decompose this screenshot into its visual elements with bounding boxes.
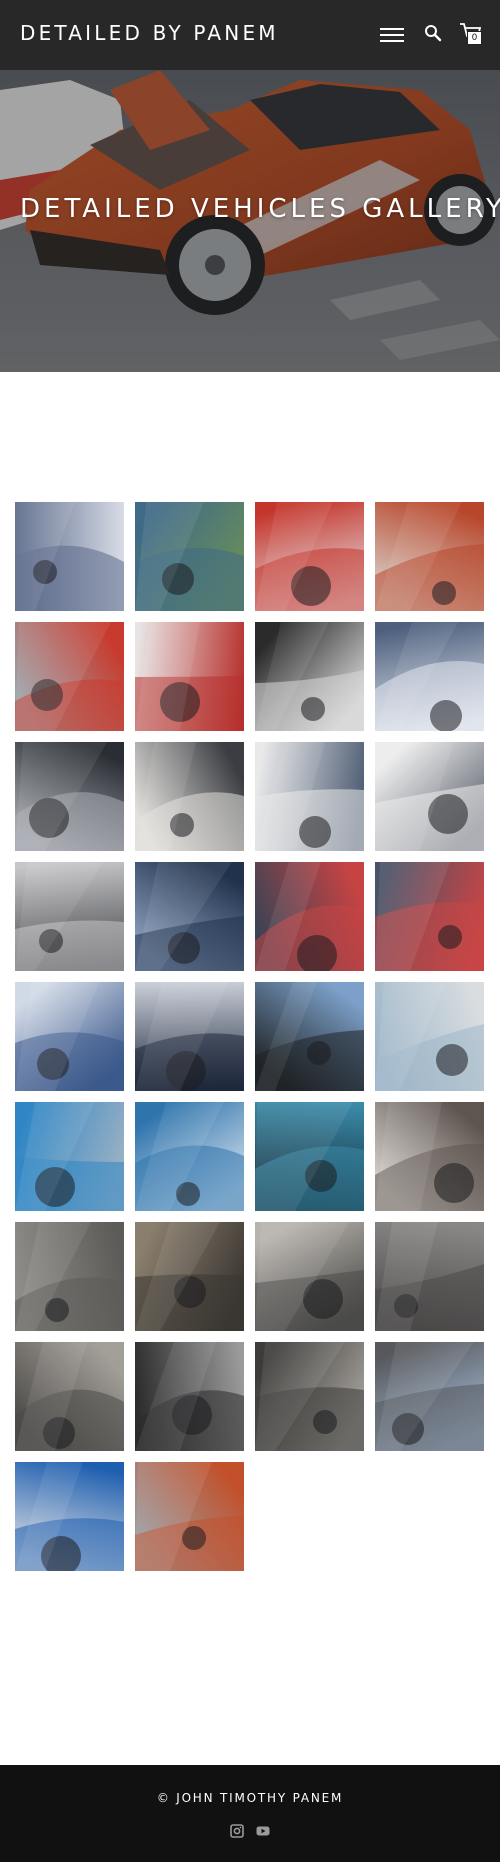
gallery-photo[interactable]	[135, 862, 244, 971]
gallery-photo[interactable]	[255, 502, 364, 611]
gallery-photo[interactable]	[15, 622, 124, 731]
instagram-icon[interactable]	[230, 1824, 244, 1838]
page: DETAILED VEHICLES GALLERY DETAILED BY PA…	[0, 0, 500, 1862]
gallery-photo[interactable]	[255, 1342, 364, 1451]
gallery-photo[interactable]	[15, 862, 124, 971]
hero-banner: DETAILED VEHICLES GALLERY	[0, 70, 500, 372]
gallery-photo[interactable]	[375, 1342, 484, 1451]
menu-icon[interactable]	[380, 25, 404, 45]
gallery-photo[interactable]	[135, 982, 244, 1091]
gallery-photo[interactable]	[375, 1102, 484, 1211]
gallery-photo[interactable]	[255, 1222, 364, 1331]
site-footer: © JOHN TIMOTHY PANEM	[0, 1765, 500, 1862]
gallery-photo[interactable]	[375, 502, 484, 611]
gallery-photo[interactable]	[15, 1222, 124, 1331]
gallery-photo[interactable]	[15, 982, 124, 1091]
gallery-photo[interactable]	[375, 982, 484, 1091]
gallery-photo[interactable]	[375, 1222, 484, 1331]
gallery-photo[interactable]	[15, 502, 124, 611]
hero-title: DETAILED VEHICLES GALLERY	[20, 194, 500, 224]
gallery-photo[interactable]	[15, 742, 124, 851]
cart-count-badge: 0	[467, 31, 482, 45]
gallery-photo[interactable]	[135, 1222, 244, 1331]
gallery-photo[interactable]	[375, 742, 484, 851]
cart-icon[interactable]: 0	[459, 22, 483, 46]
gallery-photo[interactable]	[255, 862, 364, 971]
gallery-photo[interactable]	[15, 1462, 124, 1571]
gallery-photo[interactable]	[135, 502, 244, 611]
site-header: DETAILED BY PANEM 0	[0, 0, 500, 70]
gallery-photo[interactable]	[135, 622, 244, 731]
gallery-photo[interactable]	[135, 742, 244, 851]
gallery-photo[interactable]	[255, 622, 364, 731]
gallery-photo[interactable]	[15, 1102, 124, 1211]
gallery-photo[interactable]	[375, 862, 484, 971]
gallery-photo[interactable]	[135, 1462, 244, 1571]
gallery-photo[interactable]	[15, 1342, 124, 1451]
site-title-link[interactable]: DETAILED BY PANEM	[20, 21, 279, 45]
youtube-icon[interactable]	[256, 1824, 270, 1838]
gallery-photo[interactable]	[255, 1102, 364, 1211]
gallery-photo[interactable]	[135, 1342, 244, 1451]
copyright-text: © JOHN TIMOTHY PANEM	[156, 1791, 344, 1805]
gallery-photo[interactable]	[135, 1102, 244, 1211]
gallery-photo[interactable]	[255, 742, 364, 851]
gallery-photo[interactable]	[375, 622, 484, 731]
gallery-photo[interactable]	[255, 982, 364, 1091]
search-icon[interactable]	[424, 24, 442, 42]
